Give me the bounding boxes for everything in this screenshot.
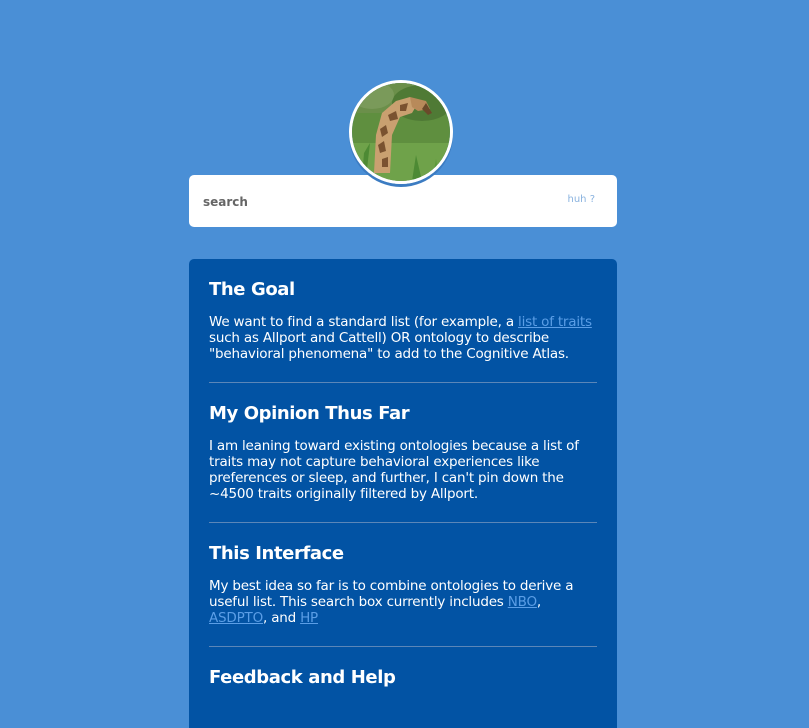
hp-link[interactable]: HP xyxy=(300,610,318,626)
section-text-part: such as Allport and Cattell) OR ontology… xyxy=(209,330,569,362)
section-text-part: We want to find a standard list (for exa… xyxy=(209,314,519,330)
asdpto-link[interactable]: ASDPTO xyxy=(209,610,263,626)
list-of-traits-link[interactable]: list of traits xyxy=(518,314,592,330)
help-link[interactable]: huh ? xyxy=(568,194,596,205)
section-goal: The Goal We want to find a standard list… xyxy=(209,279,597,383)
giraffe-photo-icon xyxy=(352,83,450,181)
section-interface: This Interface My best idea so far is to… xyxy=(209,543,597,647)
section-text: I am leaning toward existing ontologies … xyxy=(209,438,579,502)
section-title: This Interface xyxy=(209,543,344,564)
avatar xyxy=(349,80,453,184)
section-title: My Opinion Thus Far xyxy=(209,403,410,424)
page: huh ? The Goal We want to find a standar… xyxy=(0,0,809,728)
section-opinion: My Opinion Thus Far I am leaning toward … xyxy=(209,403,597,523)
search-input[interactable] xyxy=(201,189,535,215)
section-feedback: Feedback and Help xyxy=(209,667,597,722)
section-text-part: , xyxy=(536,594,541,610)
info-panel: The Goal We want to find a standard list… xyxy=(189,259,617,728)
section-text: We want to find a standard list (for exa… xyxy=(209,314,597,362)
nbo-link[interactable]: NBO xyxy=(508,594,537,610)
section-text-part: , and xyxy=(263,610,301,626)
section-text: My best idea so far is to combine ontolo… xyxy=(209,578,597,626)
section-title: Feedback and Help xyxy=(209,667,396,688)
section-title: The Goal xyxy=(209,279,295,300)
